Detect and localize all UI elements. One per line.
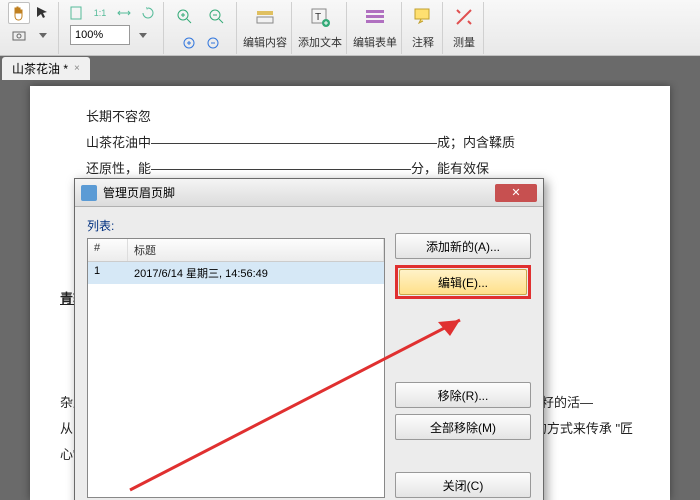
dialog-close-button[interactable]: ✕ <box>495 184 537 202</box>
document-tab-strip: 山茶花油 * × <box>0 56 700 80</box>
zoom-out-button[interactable] <box>202 2 232 32</box>
header-footer-list[interactable]: # 标题 1 2017/6/14 星期三, 14:56:49 <box>87 238 385 498</box>
dialog-body: 列表: # 标题 1 2017/6/14 星期三, 14:56:49 添加新的(… <box>75 207 543 500</box>
doc-line: 山茶花油中——————————————————————成；内含鞣质 <box>60 130 640 156</box>
rotate-button[interactable] <box>137 2 159 24</box>
dialog-titlebar[interactable]: 管理页眉页脚 ✕ <box>75 179 543 207</box>
add-text-label: 添加文本 <box>298 34 342 50</box>
add-text-button[interactable]: T <box>305 2 335 32</box>
edit-content-label: 编辑内容 <box>243 34 287 50</box>
main-toolbar: 1:1 编辑内容 T 添加文本 编辑表单 注释 <box>0 0 700 56</box>
remove-all-button[interactable]: 全部移除(M) <box>395 414 531 440</box>
close-tab-icon[interactable]: × <box>74 63 80 74</box>
edit-form-label: 编辑表单 <box>353 34 397 50</box>
document-tab-title: 山茶花油 * <box>12 60 68 77</box>
measure-group: 测量 <box>445 2 484 54</box>
doc-line: 长期不容忽 <box>60 104 640 130</box>
select-tool-button[interactable] <box>32 2 54 24</box>
remove-button[interactable]: 移除(R)... <box>395 382 531 408</box>
edit-content-button[interactable] <box>250 2 280 32</box>
row-number: 1 <box>88 262 128 284</box>
fit-page-button[interactable] <box>65 2 87 24</box>
measure-button[interactable] <box>449 2 479 32</box>
edit-content-group: 编辑内容 <box>239 2 292 54</box>
annotate-button[interactable] <box>408 2 438 32</box>
row-title: 2017/6/14 星期三, 14:56:49 <box>128 262 384 284</box>
col-title: 标题 <box>128 239 384 261</box>
add-new-button[interactable]: 添加新的(A)... <box>395 233 531 259</box>
zoom-in-out-group <box>166 2 237 54</box>
measure-label: 测量 <box>453 34 475 50</box>
fit-width-button[interactable] <box>113 2 135 24</box>
zoom-dropdown-button[interactable] <box>132 24 154 46</box>
col-number: # <box>88 239 128 261</box>
dialog-button-panel: 添加新的(A)... 编辑(E)... 移除(R)... 全部移除(M) 关闭(… <box>395 217 531 498</box>
dialog-icon <box>81 185 97 201</box>
dialog-list-panel: 列表: # 标题 1 2017/6/14 星期三, 14:56:49 <box>87 217 385 498</box>
list-label: 列表: <box>87 217 385 234</box>
annotate-label: 注释 <box>412 34 434 50</box>
add-text-group: T 添加文本 <box>294 2 347 54</box>
hand-tool-button[interactable] <box>8 2 30 24</box>
camera-tool-button[interactable] <box>8 24 30 46</box>
document-tab[interactable]: 山茶花油 * × <box>2 57 90 80</box>
svg-text:T: T <box>315 12 321 23</box>
hand-select-group <box>4 2 59 54</box>
header-footer-dialog: 管理页眉页脚 ✕ 列表: # 标题 1 2017/6/14 星期三, 14:56… <box>74 178 544 500</box>
annotate-group: 注释 <box>404 2 443 54</box>
edit-button-highlight: 编辑(E)... <box>395 265 531 299</box>
list-header: # 标题 <box>88 239 384 262</box>
dropdown-button[interactable] <box>32 24 54 46</box>
zoom-group: 1:1 <box>61 2 164 54</box>
edit-button[interactable]: 编辑(E)... <box>399 269 527 295</box>
zoom-in-button[interactable] <box>170 2 200 32</box>
dialog-title-text: 管理页眉页脚 <box>103 184 175 201</box>
zoom-in-small-button[interactable] <box>178 32 200 54</box>
edit-form-button[interactable] <box>360 2 390 32</box>
document-viewport: 长期不容忽 山茶花油中——————————————————————成；内含鞣质 … <box>0 80 700 500</box>
zoom-input[interactable] <box>70 25 130 45</box>
list-row[interactable]: 1 2017/6/14 星期三, 14:56:49 <box>88 262 384 284</box>
zoom-out-small-button[interactable] <box>202 32 224 54</box>
close-button[interactable]: 关闭(C) <box>395 472 531 498</box>
actual-size-button[interactable]: 1:1 <box>89 2 111 24</box>
edit-form-group: 编辑表单 <box>349 2 402 54</box>
